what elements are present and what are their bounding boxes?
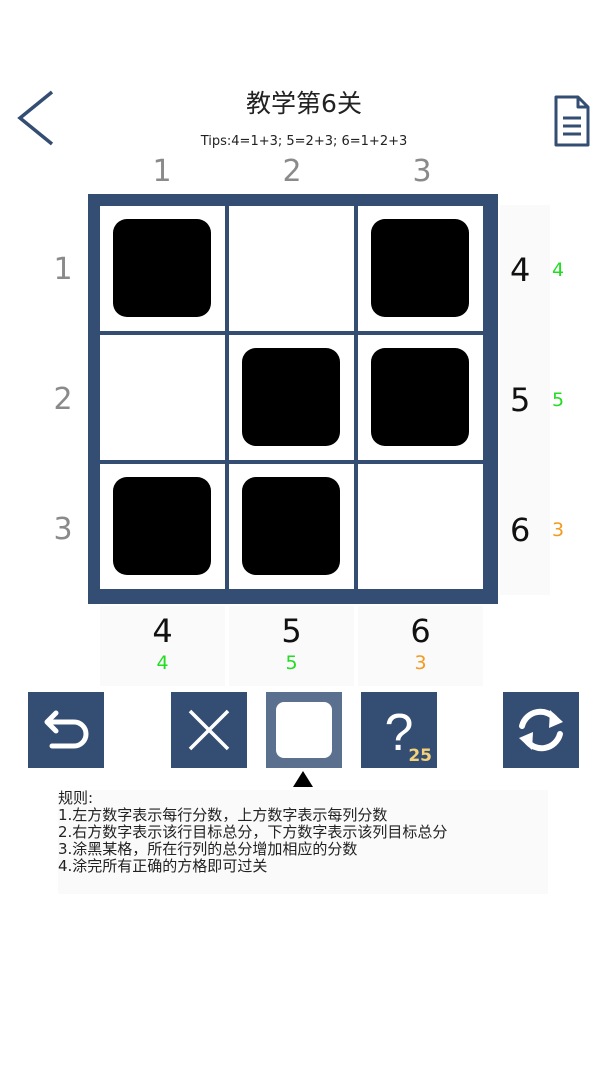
document-button[interactable] [550,94,594,150]
row-target-value: 6 [510,511,531,549]
refresh-icon [519,708,563,752]
cell-r3-c2[interactable] [229,464,354,589]
column-number-3: 3 [412,154,432,189]
column-target-value: 4 [152,612,173,650]
row-target-1: 4 4 [500,205,564,335]
hint-button[interactable]: ? 25 [361,692,437,768]
filled-block [371,348,469,446]
cell-r2-c1[interactable] [100,335,225,460]
cell-r3-c3[interactable] [358,464,483,589]
row-target-value: 4 [510,251,531,289]
cross-icon [188,709,230,751]
column-current-score: 4 [156,652,169,674]
filled-block [113,219,211,317]
filled-block [113,477,211,575]
cross-tool-button[interactable] [171,692,247,768]
rule-item-3: 3.涂黑某格，所在行列的总分增加相应的分数 [58,840,358,858]
rule-item-4: 4.涂完所有正确的方格即可过关 [58,857,268,875]
cell-r1-c2[interactable] [229,206,354,331]
column-number-1: 1 [152,154,172,189]
cell-r1-c3[interactable] [358,206,483,331]
row-current-score: 4 [552,259,565,281]
rules-panel: 规则: 1.左方数字表示每行分数，上方数字表示每列分数 2.右方数字表示该行目标… [58,790,548,894]
column-target-3: 6 3 [358,606,483,686]
rules-heading: 规则: [58,789,94,807]
filled-block [371,219,469,317]
row-target-value: 5 [510,381,531,419]
column-target-value: 5 [281,612,302,650]
level-title: 教学第6关 [246,89,362,118]
blank-square-icon [276,702,332,758]
refresh-button[interactable] [503,692,579,768]
hint-count: 25 [408,746,432,766]
row-target-3: 6 3 [500,465,564,595]
column-number-2: 2 [282,154,302,189]
fill-tool-button[interactable] [266,692,342,768]
filled-block [242,477,340,575]
cell-r3-c1[interactable] [100,464,225,589]
document-icon [554,95,590,147]
game-board [88,194,498,604]
cell-r2-c3[interactable] [358,335,483,460]
filled-block [242,348,340,446]
tips-text: Tips:4=1+3; 5=2+3; 6=1+2+3 [200,134,408,149]
column-target-1: 4 4 [100,606,225,686]
selected-tool-indicator [291,770,315,788]
column-target-2: 5 5 [229,606,354,686]
row-number-3: 3 [53,512,73,547]
column-current-score: 3 [414,652,427,674]
column-current-score: 5 [285,652,298,674]
cell-r2-c2[interactable] [229,335,354,460]
row-number-2: 2 [53,382,73,417]
row-current-score: 3 [552,519,565,541]
rule-item-2: 2.右方数字表示该行目标总分，下方数字表示该列目标总分 [58,823,448,841]
row-current-score: 5 [552,389,565,411]
cell-r1-c1[interactable] [100,206,225,331]
column-target-value: 6 [410,612,431,650]
undo-icon [44,710,89,749]
row-number-1: 1 [53,252,73,287]
row-target-2: 5 5 [500,335,564,465]
undo-button[interactable] [28,692,104,768]
rule-item-1: 1.左方数字表示每行分数，上方数字表示每列分数 [58,806,388,824]
